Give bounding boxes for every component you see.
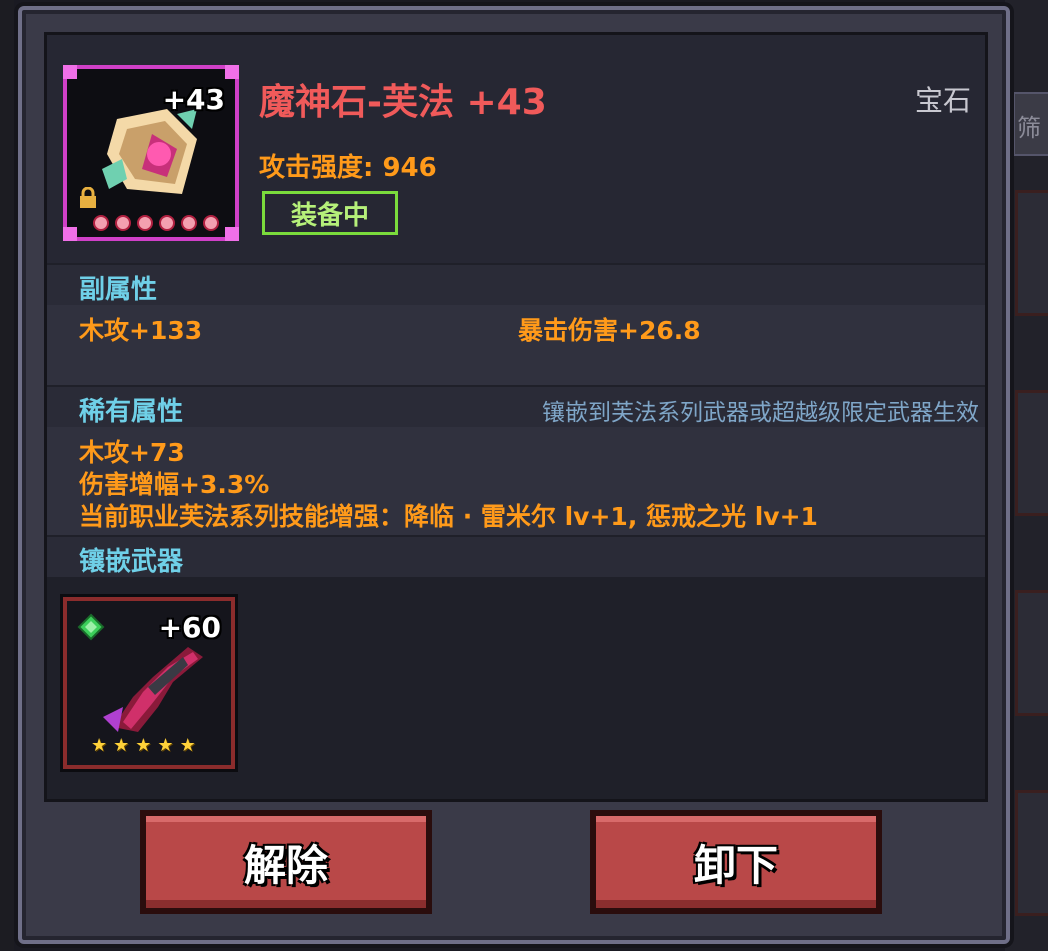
sub-stat: 暴击伤害+26.8 [518,316,701,345]
item-detail-panel: +43 魔神石-芙法 +43 宝石 攻击强度: 946 装备中 副属性 木攻+1… [18,6,1010,944]
release-button[interactable]: 解除 [140,810,432,914]
star-icon: ★ [135,735,152,756]
rare-attributes-note: 镶嵌到芙法系列武器或超越级限定武器生效 [542,400,979,426]
filter-tab[interactable]: 筛 [1013,92,1048,156]
equipped-badge: 装备中 [262,191,398,235]
dark-bow-icon [103,647,203,732]
weapon-stars: ★ ★ ★ ★ ★ [91,737,196,755]
sub-attributes-header: 副属性 [47,265,985,305]
background-left [0,0,14,951]
star-icon: ★ [157,735,174,756]
bg-item-slot[interactable] [1015,390,1048,516]
item-type: 宝石 [914,84,971,117]
star-icon: ★ [113,735,130,756]
item-title: 魔神石-芙法 +43 [259,82,547,123]
inlay-weapon-slot[interactable]: +60 ★ ★ ★ ★ ★ [63,597,235,769]
quality-dots [93,215,219,231]
item-detail-content: +43 魔神石-芙法 +43 宝石 攻击强度: 946 装备中 副属性 木攻+1… [44,32,988,802]
item-icon-frame[interactable]: +43 [63,65,239,241]
rare-stat: 木攻+73 [79,438,185,467]
background-right: 筛 [1005,0,1048,951]
bg-item-slot[interactable] [1015,590,1048,716]
rare-stat: 伤害增幅+3.3% [79,470,270,499]
sub-stat: 木攻+133 [79,316,203,345]
rare-attributes-label: 稀有属性 [79,397,184,427]
inlay-weapon-label: 镶嵌武器 [79,547,184,577]
rare-attributes-body: 木攻+73 伤害增幅+3.3% 当前职业芙法系列技能增强：降临 · 雷米尔 lv… [47,427,985,535]
item-header: +43 魔神石-芙法 +43 宝石 攻击强度: 946 装备中 [47,35,985,263]
filter-tab-label: 筛 [1017,114,1041,142]
rare-attributes-header: 稀有属性 镶嵌到芙法系列武器或超越级限定武器生效 [47,387,985,427]
bg-item-slot[interactable] [1015,190,1048,316]
bg-item-slot[interactable] [1015,790,1048,916]
sub-attributes-label: 副属性 [79,275,158,305]
sub-attributes-body: 木攻+133 暴击伤害+26.8 [47,305,985,385]
lock-icon[interactable] [77,187,99,209]
attack-power: 攻击强度: 946 [259,153,437,183]
item-level-badge: +43 [162,83,225,116]
unequip-button[interactable]: 卸下 [590,810,882,914]
star-icon: ★ [179,735,196,756]
inlay-weapon-header: 镶嵌武器 [47,537,985,577]
rare-stat: 当前职业芙法系列技能增强：降临 · 雷米尔 lv+1, 惩戒之光 lv+1 [79,502,818,531]
star-icon: ★ [91,735,108,756]
